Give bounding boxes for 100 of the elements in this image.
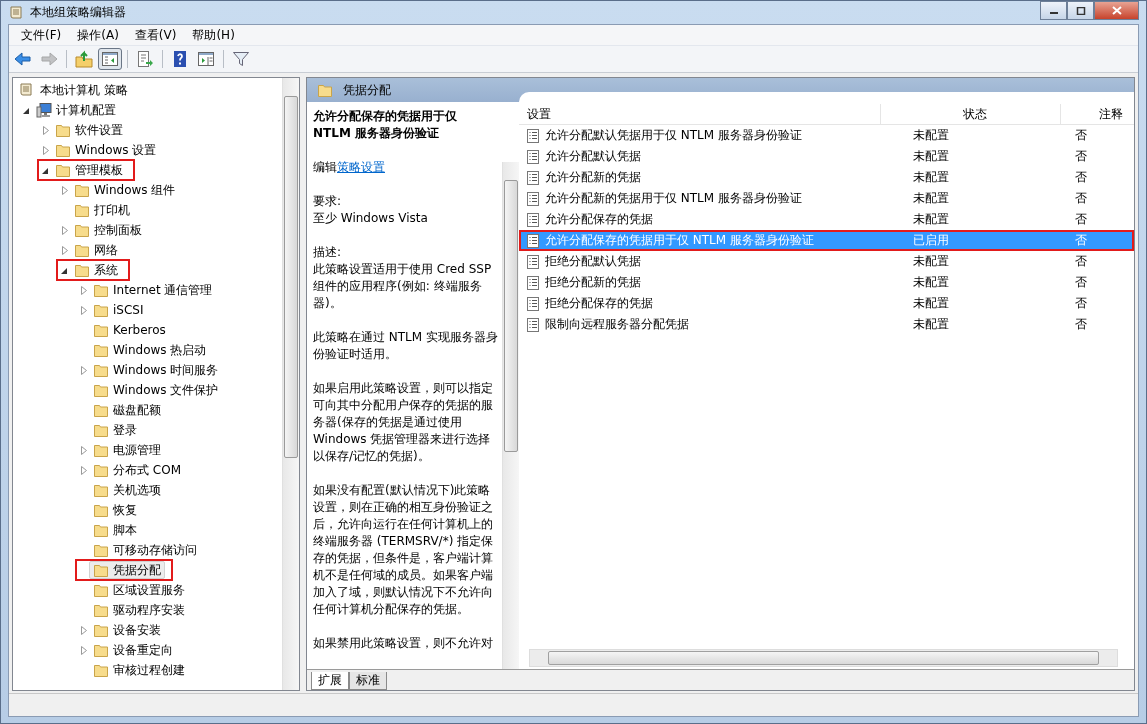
column-header[interactable]: 状态 [881, 104, 1061, 124]
policy-setting-icon [525, 169, 541, 186]
state-cell-text: 未配置 [912, 274, 950, 291]
computer-icon [36, 102, 52, 118]
state-cell-text: 未配置 [912, 190, 950, 207]
tree-item[interactable]: Windows 设置 [51, 141, 161, 159]
tree-item[interactable]: 恢复 [89, 501, 141, 519]
folder-icon [93, 582, 109, 598]
minimize-button[interactable] [1040, 1, 1067, 20]
tree-item[interactable]: 管理模板 [51, 161, 127, 179]
policy-row[interactable]: 拒绝分配默认凭据 未配置 否 [519, 251, 1134, 272]
menu-item[interactable]: 文件(F) [13, 25, 70, 45]
column-header[interactable]: 设置 [519, 104, 881, 124]
horizontal-scrollbar[interactable] [529, 649, 1118, 667]
expand-arrow-icon[interactable] [40, 145, 50, 155]
tree-item[interactable]: 软件设置 [51, 121, 127, 139]
policy-row[interactable]: 允许分配新的凭据用于仅 NTLM 服务器身份验证 未配置 否 [519, 188, 1134, 209]
policy-name: 拒绝分配默认凭据 [545, 253, 641, 270]
policy-setting-icon [525, 148, 541, 165]
menu-item[interactable]: 查看(V) [126, 25, 185, 45]
tree-item[interactable]: 电源管理 [89, 441, 165, 459]
tree-item[interactable]: 打印机 [70, 201, 134, 219]
folder-icon [93, 442, 109, 458]
requirements-label: 要求: [313, 193, 343, 210]
tree-item[interactable]: 磁盘配额 [89, 401, 165, 419]
policy-row[interactable]: 拒绝分配新的凭据 未配置 否 [519, 272, 1134, 293]
tree-item[interactable]: Windows 组件 [70, 181, 180, 199]
folder-icon [93, 622, 109, 638]
policy-title: 允许分配保存的凭据用于仅 NTLM 服务器身份验证 [313, 108, 458, 142]
tree-item[interactable]: 分布式 COM [89, 461, 185, 479]
tree-item[interactable]: 登录 [89, 421, 141, 439]
vertical-scrollbar[interactable] [502, 162, 519, 669]
edit-label: 编辑 [313, 160, 337, 174]
folder-icon [55, 162, 71, 178]
toolbar-button[interactable] [98, 48, 122, 70]
tree-item[interactable]: 系统 [70, 261, 122, 279]
folder-icon [93, 462, 109, 478]
tree-item[interactable]: Windows 时间服务 [89, 361, 223, 379]
tree-item[interactable]: 本地计算机 策略 [37, 81, 128, 99]
tree-item[interactable]: iSCSI [89, 301, 148, 319]
expand-arrow-icon[interactable] [59, 225, 69, 235]
tree-item[interactable]: Kerberos [89, 321, 170, 339]
expand-arrow-icon[interactable] [78, 365, 88, 375]
expand-arrow-icon[interactable] [78, 305, 88, 315]
policy-row[interactable]: 拒绝分配保存的凭据 未配置 否 [519, 293, 1134, 314]
expand-arrow-icon[interactable] [59, 185, 69, 195]
tree-item[interactable]: 设备安装 [89, 621, 165, 639]
policy-name: 允许分配保存的凭据 [545, 211, 653, 228]
tree-item[interactable]: 设备重定向 [89, 641, 177, 659]
tree-item[interactable]: 可移动存储访问 [89, 541, 201, 559]
panel-title: 凭据分配 [343, 81, 391, 99]
menu-item[interactable]: 操作(A) [69, 25, 127, 45]
expand-arrow-icon[interactable] [59, 245, 69, 255]
expand-arrow-icon[interactable] [78, 465, 88, 475]
folder-icon [93, 562, 109, 578]
comment-cell-text: 否 [1074, 190, 1088, 207]
expand-arrow-icon[interactable] [78, 625, 88, 635]
tree-item[interactable]: 凭据分配 [89, 561, 165, 579]
tree-item[interactable]: 计算机配置 [32, 101, 120, 119]
comment-cell-text: 否 [1074, 211, 1088, 228]
tree-item[interactable]: 审核过程创建 [89, 661, 189, 679]
policy-row[interactable]: 允许分配默认凭据用于仅 NTLM 服务器身份验证 未配置 否 [519, 125, 1134, 146]
state-cell-text: 已启用 [912, 232, 950, 249]
tree-item[interactable]: Windows 文件保护 [89, 381, 223, 399]
tree-item[interactable]: 区域设置服务 [89, 581, 189, 599]
toolbar-button[interactable] [72, 48, 96, 70]
policy-settings-link[interactable]: 策略设置 [337, 160, 385, 174]
expand-arrow-icon[interactable] [78, 445, 88, 455]
maximize-button[interactable] [1067, 1, 1094, 20]
expand-arrow-icon[interactable] [78, 645, 88, 655]
policy-name: 允许分配保存的凭据用于仅 NTLM 服务器身份验证 [545, 232, 814, 249]
folder-icon [93, 602, 109, 618]
policy-name: 允许分配新的凭据 [545, 169, 641, 186]
policy-row[interactable]: 限制向远程服务器分配凭据 未配置 否 [519, 314, 1134, 335]
state-cell-text: 未配置 [912, 253, 950, 270]
folder-icon [93, 382, 109, 398]
tree-item[interactable]: 网络 [70, 241, 122, 259]
comment-cell-text: 否 [1074, 274, 1088, 291]
view-tab[interactable]: 标准 [349, 672, 387, 690]
view-tab[interactable]: 扩展 [311, 672, 349, 690]
scroll-icon [18, 82, 34, 98]
tree-item[interactable]: 驱动程序安装 [89, 601, 189, 619]
policy-row[interactable]: 允许分配保存的凭据 未配置 否 [519, 209, 1134, 230]
export-list-icon [136, 50, 154, 68]
tree-item[interactable]: 脚本 [89, 521, 141, 539]
expand-arrow-icon[interactable] [78, 285, 88, 295]
tree-item[interactable]: Windows 热启动 [89, 341, 211, 359]
menu-item[interactable]: 帮助(H) [184, 25, 243, 45]
vertical-scrollbar[interactable] [282, 78, 299, 690]
policy-row[interactable]: 允许分配默认凭据 未配置 否 [519, 146, 1134, 167]
description-text: 如果没有配置(默认情况下)此策略设置，则在正确的相互身份验证之后，允许向运行在任何计算机上的终端服务器 (TERMSRV/*) 指定保存的凭据，但条件是，客户端计算机不是任何域的成员。如果客户端加入了域，则默认情况下不允许向任何计算机分配保存的凭据。 [313, 482, 495, 618]
column-header[interactable]: 注释 [1061, 104, 1146, 124]
expand-arrow-icon[interactable] [40, 125, 50, 135]
tree-item[interactable]: 控制面板 [70, 221, 146, 239]
tree-item[interactable]: Internet 通信管理 [89, 281, 217, 299]
policy-setting-icon [525, 211, 541, 228]
policy-name: 允许分配新的凭据用于仅 NTLM 服务器身份验证 [545, 190, 802, 207]
tree-item[interactable]: 关机选项 [89, 481, 165, 499]
close-button[interactable] [1094, 1, 1139, 20]
policy-row[interactable]: 允许分配新的凭据 未配置 否 [519, 167, 1134, 188]
